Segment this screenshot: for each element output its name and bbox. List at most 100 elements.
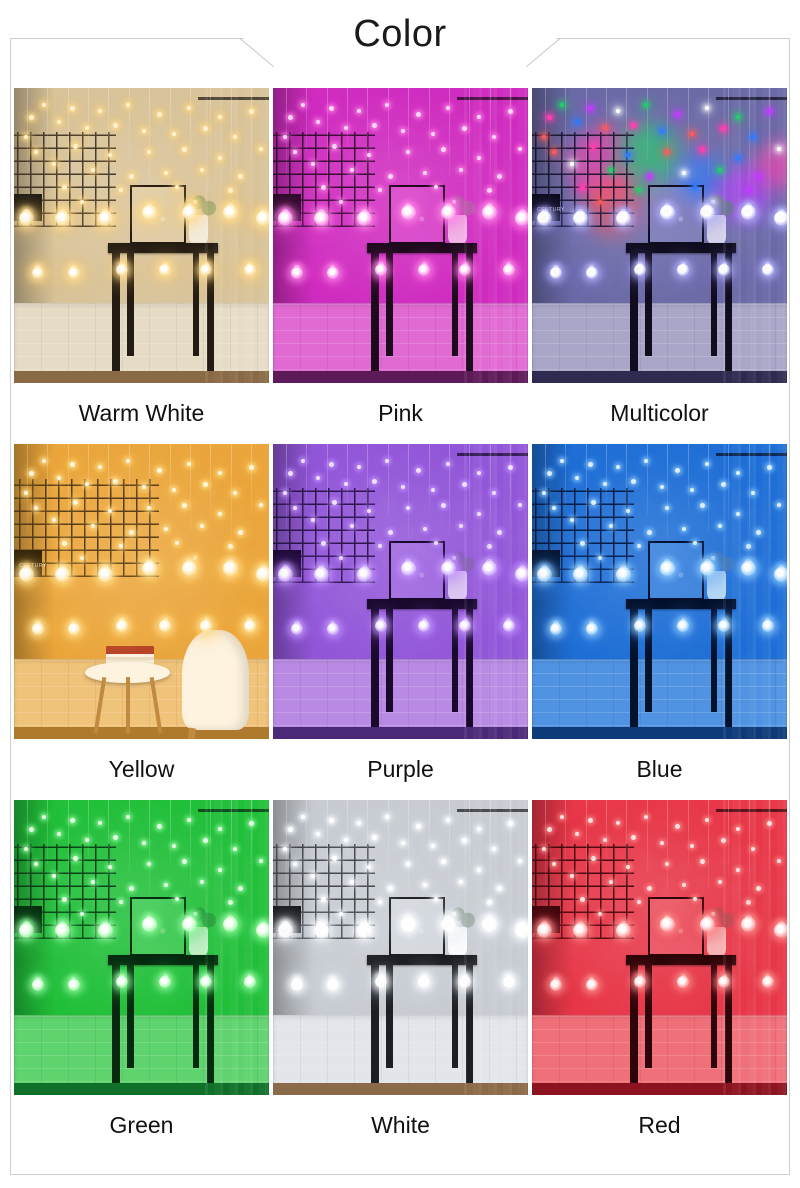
variant-cell-yellow[interactable]: CENTURY Yellow: [14, 444, 269, 800]
light-dot: [349, 879, 354, 884]
variant-cell-pink[interactable]: Pink: [273, 88, 528, 444]
light-dot: [126, 814, 131, 819]
variant-label-warm-white: Warm White: [14, 383, 269, 444]
snowman-bulb: [98, 208, 114, 229]
variant-photo-green[interactable]: [14, 800, 269, 1095]
light-wire: [428, 88, 430, 153]
light-dot: [477, 470, 481, 475]
snowman-body: [482, 205, 498, 221]
light-wire: [367, 444, 369, 533]
light-dot: [200, 879, 205, 884]
snowman-body: [256, 210, 269, 226]
light-dot: [128, 529, 134, 535]
light-dot: [34, 861, 39, 866]
variant-photo-red[interactable]: [532, 800, 787, 1095]
variant-cell-green[interactable]: Green: [14, 800, 269, 1156]
light-dot: [570, 517, 575, 522]
variant-cell-purple[interactable]: Purple: [273, 444, 528, 800]
snowman-bulb: [326, 265, 339, 281]
light-dot: [736, 114, 740, 119]
variant-cell-red[interactable]: Red: [532, 800, 787, 1156]
snowman-bulb: [278, 208, 294, 229]
snowman-bulb: [116, 262, 128, 278]
light-wire: [67, 444, 69, 545]
light-dot: [598, 556, 603, 561]
light-dot: [52, 873, 57, 878]
light-wire: [469, 444, 471, 521]
snowman-body: [54, 210, 70, 226]
snowman-body: [441, 561, 457, 577]
light-wire: [128, 88, 130, 159]
snowman-bulb: [572, 208, 588, 229]
light-dot: [720, 482, 726, 488]
variant-cell-white[interactable]: White: [273, 800, 528, 1156]
light-wire: [230, 88, 232, 189]
light-dot: [258, 859, 263, 863]
light-dot: [575, 120, 580, 125]
light-dot: [385, 458, 390, 463]
light-dot: [423, 882, 428, 887]
light-wire: [626, 444, 628, 533]
light-wire: [26, 800, 28, 889]
light-wire: [285, 800, 287, 889]
snowman-body: [515, 566, 528, 582]
snowman-bulb: [441, 915, 457, 935]
snowman-bulb: [67, 621, 80, 637]
snowman-body: [482, 917, 498, 933]
snowman-body: [290, 979, 303, 991]
light-dot: [118, 188, 123, 193]
light-dot: [626, 508, 631, 513]
variant-photo-yellow[interactable]: CENTURY: [14, 444, 269, 739]
light-dot: [70, 461, 76, 467]
light-wire: [748, 444, 750, 545]
light-wire: [326, 88, 328, 189]
light-dot: [329, 817, 335, 823]
light-wire: [26, 444, 28, 533]
variant-photo-blue[interactable]: [532, 444, 787, 739]
snowman-body: [116, 264, 128, 277]
snowman-bulb: [537, 564, 553, 585]
variant-label-red: Red: [532, 1095, 787, 1156]
light-wire: [646, 444, 648, 515]
snowman-body: [223, 917, 239, 933]
light-dot: [80, 200, 85, 205]
light-dot: [492, 135, 497, 140]
variant-photo-purple[interactable]: [273, 444, 528, 739]
variant-label-yellow: Yellow: [14, 739, 269, 800]
snowman-body: [677, 620, 690, 633]
snowman-body: [537, 922, 553, 938]
light-dot: [90, 167, 95, 172]
light-dot: [218, 114, 222, 119]
light-dot: [98, 108, 103, 113]
light-dot: [202, 482, 208, 488]
light-dot: [776, 503, 781, 507]
variant-photo-multicolor[interactable]: CENTURY: [532, 88, 787, 383]
snowman-body: [659, 917, 675, 933]
snowman-bulb: [418, 974, 431, 990]
snowman-bulb: [418, 262, 431, 278]
light-wire: [251, 444, 253, 515]
light-wire: [189, 88, 191, 177]
light-wire: [646, 800, 648, 871]
variant-photo-pink[interactable]: [273, 88, 528, 383]
variant-photo-warm-white[interactable]: [14, 88, 269, 383]
snowman-bulb: [357, 564, 373, 585]
variant-cell-warm-white[interactable]: Warm White: [14, 88, 269, 444]
snowman-bulb: [182, 203, 198, 223]
variant-cell-multicolor[interactable]: CENTURY Multicolor: [532, 88, 787, 444]
light-dot: [164, 882, 169, 887]
light-wire: [585, 88, 587, 189]
light-dot: [644, 102, 649, 107]
light-dot: [700, 503, 706, 508]
snowman-bulb: [357, 208, 373, 229]
variant-cell-blue[interactable]: Blue: [532, 444, 787, 800]
light-wire: [169, 88, 171, 153]
light-wire: [149, 800, 151, 895]
light-dot: [311, 161, 316, 166]
light-wire: [87, 444, 89, 503]
snowman-bulb: [659, 203, 675, 223]
snowman-body: [677, 264, 690, 277]
variant-photo-white[interactable]: [273, 800, 528, 1095]
snowman-body: [537, 210, 553, 226]
snowman-bulb: [200, 974, 213, 990]
